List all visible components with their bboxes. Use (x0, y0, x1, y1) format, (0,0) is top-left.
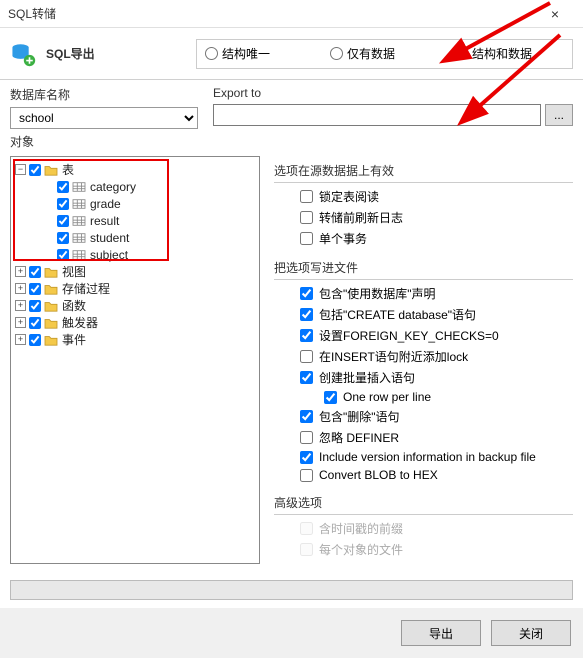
table-icon (72, 232, 86, 244)
tree-node-table[interactable]: student (13, 229, 257, 246)
folder-icon (44, 283, 58, 295)
tree-node-tables[interactable]: − 表 (13, 161, 257, 178)
radio-structure-and-data[interactable]: 结构和数据 (447, 45, 572, 62)
radio-data-only[interactable]: 仅有数据 (322, 45, 447, 62)
checkbox-table[interactable] (57, 198, 69, 210)
close-icon[interactable]: × (535, 6, 575, 22)
table-icon (72, 249, 86, 261)
opt-ts-prefix: 含时间戳的前缀 (274, 518, 573, 539)
checkbox-tables[interactable] (29, 164, 41, 176)
opt-ignore-definer[interactable]: 忽略 DEFINER (274, 427, 573, 448)
expand-icon[interactable]: + (15, 283, 26, 294)
folder-icon (44, 266, 58, 278)
opt-blob-hex[interactable]: Convert BLOB to HEX (274, 466, 573, 484)
expand-icon[interactable]: + (15, 317, 26, 328)
progress-bar (10, 580, 573, 600)
tree-node-group[interactable]: +触发器 (13, 314, 257, 331)
window-title: SQL转储 (8, 5, 535, 22)
export-mode-group: 结构唯一 仅有数据 结构和数据 (196, 39, 573, 69)
section-file-options: 把选项写进文件 (274, 259, 573, 276)
tree-node-group[interactable]: +事件 (13, 331, 257, 348)
db-name-label: 数据库名称 (10, 86, 205, 103)
opt-single-tx[interactable]: 单个事务 (274, 228, 573, 249)
header: SQL导出 结构唯一 仅有数据 结构和数据 (0, 28, 583, 80)
opt-bulk-insert[interactable]: 创建批量插入语句 (274, 367, 573, 388)
radio-structure-only[interactable]: 结构唯一 (197, 45, 322, 62)
close-button[interactable]: 关闭 (491, 620, 571, 646)
table-icon (72, 181, 86, 193)
table-icon (72, 215, 86, 227)
checkbox-table[interactable] (57, 181, 69, 193)
objects-label: 对象 (10, 133, 205, 150)
checkbox-group[interactable] (29, 300, 41, 312)
database-select[interactable]: school (10, 107, 198, 129)
export-title: SQL导出 (46, 45, 196, 62)
checkbox-group[interactable] (29, 266, 41, 278)
tree-node-group[interactable]: +存储过程 (13, 280, 257, 297)
opt-use-db[interactable]: 包含"使用数据库"声明 (274, 283, 573, 304)
expand-icon[interactable]: + (15, 266, 26, 277)
database-export-icon (10, 41, 36, 67)
tree-node-table[interactable]: result (13, 212, 257, 229)
export-to-label: Export to (213, 86, 573, 100)
folder-icon (44, 164, 58, 176)
opt-per-object-file: 每个对象的文件 (274, 539, 573, 560)
checkbox-table[interactable] (57, 249, 69, 261)
expand-icon[interactable]: + (15, 334, 26, 345)
titlebar: SQL转储 × (0, 0, 583, 28)
tree-node-table[interactable]: category (13, 178, 257, 195)
options-panel: 选项在源数据据上有效 锁定表阅读 转储前刷新日志 单个事务 把选项写进文件 包含… (260, 156, 573, 564)
section-source-options: 选项在源数据据上有效 (274, 162, 573, 179)
opt-version-info[interactable]: Include version information in backup fi… (274, 448, 573, 466)
checkbox-group[interactable] (29, 317, 41, 329)
collapse-icon[interactable]: − (15, 164, 26, 175)
tree-node-table[interactable]: grade (13, 195, 257, 212)
expand-icon[interactable]: + (15, 300, 26, 311)
tree-node-group[interactable]: +函数 (13, 297, 257, 314)
folder-icon (44, 300, 58, 312)
tree-node-group[interactable]: +视图 (13, 263, 257, 280)
folder-icon (44, 317, 58, 329)
table-icon (72, 198, 86, 210)
opt-flush-logs[interactable]: 转储前刷新日志 (274, 207, 573, 228)
progress-area (0, 572, 583, 608)
export-button[interactable]: 导出 (401, 620, 481, 646)
checkbox-table[interactable] (57, 232, 69, 244)
opt-fk-checks[interactable]: 设置FOREIGN_KEY_CHECKS=0 (274, 325, 573, 346)
opt-one-row[interactable]: One row per line (274, 388, 573, 406)
opt-delete-stmt[interactable]: 包含"删除"语句 (274, 406, 573, 427)
button-row: 导出 关闭 (0, 608, 583, 658)
checkbox-table[interactable] (57, 215, 69, 227)
tree-node-table[interactable]: subject (13, 246, 257, 263)
browse-button[interactable]: ... (545, 104, 573, 126)
section-advanced: 高级选项 (274, 494, 573, 511)
opt-create-db[interactable]: 包括"CREATE database"语句 (274, 304, 573, 325)
opt-insert-lock[interactable]: 在INSERT语句附近添加lock (274, 346, 573, 367)
export-path-input[interactable] (213, 104, 541, 126)
folder-icon (44, 334, 58, 346)
checkbox-group[interactable] (29, 283, 41, 295)
opt-lock-tables[interactable]: 锁定表阅读 (274, 186, 573, 207)
object-tree[interactable]: − 表 categorygraderesultstudentsubject +视… (10, 156, 260, 564)
checkbox-group[interactable] (29, 334, 41, 346)
